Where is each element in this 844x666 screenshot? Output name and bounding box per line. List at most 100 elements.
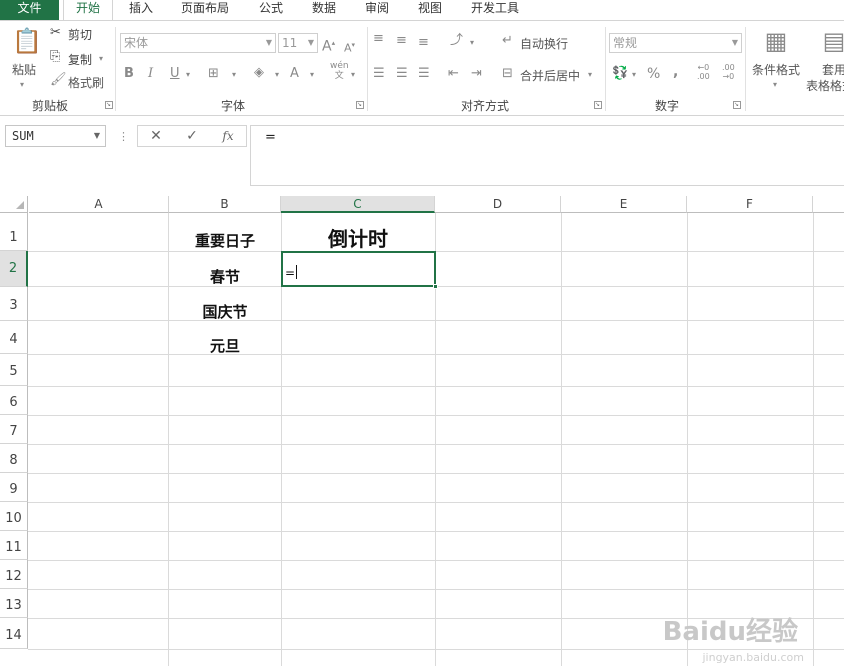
phonetic-dropdown-icon[interactable]: ▾: [351, 67, 355, 83]
alignment-launcher-icon[interactable]: ↘: [594, 101, 602, 109]
format-table-button-line1[interactable]: 套用: [822, 61, 844, 78]
name-box[interactable]: SUM ▼: [5, 125, 106, 147]
formula-input[interactable]: =: [250, 125, 844, 186]
align-bottom-icon[interactable]: ≡: [418, 35, 429, 51]
currency-dropdown-icon[interactable]: ▾: [632, 67, 636, 83]
wrap-text-button[interactable]: 自动换行: [520, 35, 568, 52]
cancel-icon[interactable]: ✕: [144, 128, 168, 144]
align-top-icon[interactable]: ≡: [373, 31, 384, 47]
font-color-dropdown-icon[interactable]: ▾: [310, 67, 314, 83]
row-header-4[interactable]: 4: [0, 321, 28, 354]
underline-button[interactable]: U: [170, 66, 180, 82]
row-header-7[interactable]: 7: [0, 415, 28, 444]
cell-b1[interactable]: 重要日子: [169, 230, 281, 251]
row-header-3[interactable]: 3: [0, 287, 28, 321]
increase-decimal-icon[interactable]: ←0.00: [697, 63, 710, 81]
cell-b3[interactable]: 国庆节: [169, 301, 281, 322]
row-header-5[interactable]: 5: [0, 354, 28, 386]
column-header-e[interactable]: E: [561, 196, 687, 213]
orientation-dropdown-icon[interactable]: ▾: [470, 35, 474, 51]
more-options-icon[interactable]: ⋮: [118, 129, 129, 145]
column-header-a[interactable]: A: [29, 196, 169, 213]
tab-insert[interactable]: 插入: [120, 0, 162, 20]
enter-icon[interactable]: ✓: [180, 128, 204, 144]
conditional-format-dropdown-icon[interactable]: ▾: [773, 77, 777, 93]
align-middle-icon[interactable]: ≡: [396, 33, 407, 49]
select-all-corner[interactable]: [0, 196, 28, 213]
tab-view[interactable]: 视图: [409, 0, 451, 20]
cell-b2[interactable]: 春节: [169, 266, 281, 287]
increase-indent-icon[interactable]: ⇥: [471, 66, 482, 82]
percent-button[interactable]: %: [647, 66, 660, 82]
tab-page-layout[interactable]: 页面布局: [170, 0, 240, 20]
phonetic-icon[interactable]: wén 文: [330, 61, 349, 81]
conditional-format-icon[interactable]: ▦: [760, 25, 792, 57]
cut-button[interactable]: 剪切: [68, 26, 92, 43]
cell-c1[interactable]: 倒计时: [281, 223, 435, 252]
wrap-text-icon[interactable]: ↵: [502, 33, 513, 49]
scissors-icon[interactable]: ✂: [50, 25, 61, 41]
row-header-10[interactable]: 10: [0, 502, 28, 531]
tab-review[interactable]: 审阅: [356, 0, 398, 20]
row-header-11[interactable]: 11: [0, 531, 28, 560]
column-header-b[interactable]: B: [169, 196, 281, 213]
increase-font-icon[interactable]: A▴: [322, 35, 335, 55]
font-size-select[interactable]: 11 ▼: [278, 33, 318, 53]
format-table-button-line2[interactable]: 表格格式: [806, 77, 844, 94]
paste-dropdown-icon[interactable]: ▾: [20, 77, 24, 93]
paste-button[interactable]: 粘贴: [12, 61, 36, 78]
clipboard-launcher-icon[interactable]: ↘: [105, 101, 113, 109]
underline-dropdown-icon[interactable]: ▾: [186, 67, 190, 83]
align-center-icon[interactable]: ☰: [396, 66, 408, 82]
column-header-f[interactable]: F: [687, 196, 813, 213]
orientation-icon[interactable]: ⤴: [450, 33, 463, 49]
align-right-icon[interactable]: ☰: [418, 66, 430, 82]
tab-formulas[interactable]: 公式: [250, 0, 292, 20]
tab-home[interactable]: 开始: [63, 0, 113, 20]
active-cell-c2[interactable]: =: [281, 251, 438, 289]
column-header-c[interactable]: C: [281, 196, 435, 213]
format-painter-button[interactable]: 格式刷: [68, 74, 104, 91]
row-header-14[interactable]: 14: [0, 618, 28, 649]
align-left-icon[interactable]: ☰: [373, 66, 385, 82]
font-name-select[interactable]: 宋体 ▼: [120, 33, 276, 53]
fill-color-icon[interactable]: ◈: [254, 65, 264, 81]
decrease-font-icon[interactable]: A▾: [344, 37, 355, 57]
decrease-indent-icon[interactable]: ⇤: [448, 66, 459, 82]
row-header-12[interactable]: 12: [0, 560, 28, 589]
font-launcher-icon[interactable]: ↘: [356, 101, 364, 109]
cell-b4[interactable]: 元旦: [169, 335, 281, 356]
copy-dropdown-icon[interactable]: ▾: [99, 51, 103, 67]
row-header-1[interactable]: 1: [0, 213, 28, 251]
row-header-2[interactable]: 2: [0, 251, 28, 287]
merge-dropdown-icon[interactable]: ▾: [588, 67, 592, 83]
bold-button[interactable]: B: [124, 66, 134, 82]
format-painter-icon[interactable]: 🖌: [50, 72, 67, 88]
row-header-13[interactable]: 13: [0, 589, 28, 618]
row-header-6[interactable]: 6: [0, 386, 28, 415]
row-header-8[interactable]: 8: [0, 444, 28, 473]
fill-dropdown-icon[interactable]: ▾: [275, 67, 279, 83]
copy-icon[interactable]: ⎘: [50, 49, 60, 65]
border-icon[interactable]: ⊞: [208, 66, 219, 82]
column-header-d[interactable]: D: [435, 196, 561, 213]
tab-data[interactable]: 数据: [303, 0, 345, 20]
format-table-icon[interactable]: ▤: [818, 25, 844, 57]
tab-file[interactable]: 文件: [0, 0, 59, 20]
conditional-format-button[interactable]: 条件格式: [752, 61, 800, 78]
number-format-select[interactable]: 常规 ▼: [609, 33, 742, 53]
merge-center-button[interactable]: 合并后居中: [520, 67, 580, 84]
fill-handle[interactable]: [433, 284, 438, 289]
italic-button[interactable]: I: [148, 66, 153, 82]
column-header-g-partial[interactable]: [813, 196, 844, 213]
currency-icon[interactable]: 💱: [612, 66, 628, 82]
merge-icon[interactable]: ⊟: [502, 66, 513, 82]
worksheet-grid[interactable]: A B C D E F 1 2 3 4 5 6 7 8 9 10 11 12 1…: [0, 196, 844, 666]
font-color-icon[interactable]: A: [290, 66, 299, 82]
paste-icon[interactable]: 📋: [12, 27, 42, 55]
tab-developer[interactable]: 开发工具: [462, 0, 528, 20]
insert-function-icon[interactable]: fx: [216, 128, 240, 144]
border-dropdown-icon[interactable]: ▾: [232, 67, 236, 83]
row-header-9[interactable]: 9: [0, 473, 28, 502]
decrease-decimal-icon[interactable]: .00 →0: [722, 63, 735, 81]
